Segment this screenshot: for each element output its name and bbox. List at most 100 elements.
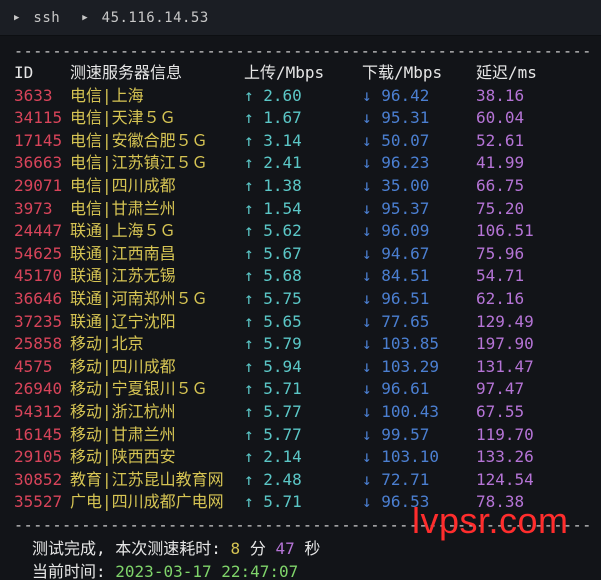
download-speed: ↓ 96.23 [362, 153, 430, 173]
latency-value: 119.70 [476, 424, 534, 444]
table-row: 54312 移动|浙江杭州 ↑ 5.77 ↓ 100.43 67.55 [14, 401, 594, 424]
server-id: 45170 [14, 266, 63, 286]
server-id: 17145 [14, 130, 63, 150]
header-upload: 上传/Mbps [244, 63, 325, 82]
latency-value: 60.04 [476, 108, 525, 128]
table-row: 36663 电信|江苏镇江５Ｇ ↑ 2.41 ↓ 96.23 41.99 [14, 152, 594, 175]
upload-speed: ↑ 5.71 [244, 379, 302, 399]
table-row: 30852 教育|江苏昆山教育网 ↑ 2.48 ↓ 72.71 124.54 [14, 469, 594, 492]
minutes-unit: 分 [240, 539, 276, 558]
latency-value: 129.49 [476, 311, 534, 331]
current-time-label: 当前时间: [32, 562, 116, 580]
header-server: 测速服务器信息 [70, 63, 183, 82]
download-speed: ↓ 72.71 [362, 469, 430, 489]
upload-speed: ↑ 5.67 [244, 243, 302, 263]
terminal-output[interactable]: ----------------------------------------… [14, 40, 594, 536]
server-info: 联通|江西南昌 [70, 243, 176, 263]
table-row: 34115 电信|天津５Ｇ ↑ 1.67 ↓ 95.31 60.04 [14, 107, 594, 130]
table-row: 29105 移动|陕西西安 ↑ 2.14 ↓ 103.10 133.26 [14, 446, 594, 469]
server-id: 3633 [14, 85, 53, 105]
shell-name[interactable]: ssh [33, 10, 60, 26]
table-row: 37235 联通|辽宁沈阳 ↑ 5.65 ↓ 77.65 129.49 [14, 311, 594, 334]
table-row: 25858 移动|北京 ↑ 5.79 ↓ 103.85 197.90 [14, 333, 594, 356]
download-speed: ↓ 96.61 [362, 379, 430, 399]
upload-speed: ↑ 5.75 [244, 288, 302, 308]
server-info: 联通|上海５Ｇ [70, 221, 176, 241]
header-download: 下载/Mbps [362, 63, 443, 82]
watermark-text: lvpsr.com [412, 500, 569, 541]
table-row: 36646 联通|河南郑州５Ｇ ↑ 5.75 ↓ 96.51 62.16 [14, 288, 594, 311]
download-speed: ↓ 100.43 [362, 401, 440, 421]
latency-value: 75.20 [476, 198, 525, 218]
latency-value: 41.99 [476, 153, 525, 173]
server-id: 34115 [14, 108, 63, 128]
header-id: ID [14, 63, 34, 82]
download-speed: ↓ 94.67 [362, 243, 430, 263]
server-info: 电信|江苏镇江５Ｇ [70, 153, 208, 173]
server-info: 电信|甘肃兰州 [70, 198, 176, 218]
download-speed: ↓ 96.09 [362, 221, 430, 241]
server-id: 3973 [14, 198, 53, 218]
server-id: 4575 [14, 356, 53, 376]
server-id: 35527 [14, 492, 63, 512]
download-speed: ↓ 103.85 [362, 334, 440, 354]
upload-speed: ↑ 2.60 [244, 85, 302, 105]
server-info: 移动|浙江杭州 [70, 401, 176, 421]
upload-speed: ↑ 5.71 [244, 492, 302, 512]
server-id: 54312 [14, 401, 63, 421]
upload-speed: ↑ 5.65 [244, 311, 302, 331]
table-row: 16145 移动|甘肃兰州 ↑ 5.77 ↓ 99.57 119.70 [14, 424, 594, 447]
server-id: 24447 [14, 221, 63, 241]
latency-value: 66.75 [476, 175, 525, 195]
server-info: 移动|宁夏银川５Ｇ [70, 379, 208, 399]
table-header: ID 测速服务器信息 上传/Mbps 下载/Mbps 延迟/ms [14, 62, 594, 85]
download-speed: ↓ 103.10 [362, 447, 440, 467]
table-row: 45170 联通|江苏无锡 ↑ 5.68 ↓ 84.51 54.71 [14, 265, 594, 288]
latency-value: 52.61 [476, 130, 525, 150]
table-row: 29071 电信|四川成都 ↑ 1.38 ↓ 35.00 66.75 [14, 175, 594, 198]
server-id: 29105 [14, 447, 63, 467]
upload-speed: ↑ 1.67 [244, 108, 302, 128]
latency-value: 67.55 [476, 401, 525, 421]
upload-speed: ↑ 5.79 [244, 334, 302, 354]
download-speed: ↓ 96.51 [362, 288, 430, 308]
table-row: 54625 联通|江西南昌 ↑ 5.67 ↓ 94.67 75.96 [14, 243, 594, 266]
server-info: 联通|河南郑州５Ｇ [70, 288, 208, 308]
table-row: 3973 电信|甘肃兰州 ↑ 1.54 ↓ 95.37 75.20 [14, 198, 594, 221]
server-id: 36663 [14, 153, 63, 173]
table-row: 3633 电信|上海 ↑ 2.60 ↓ 96.42 38.16 [14, 85, 594, 108]
server-info: 移动|陕西西安 [70, 447, 176, 467]
latency-value: 97.47 [476, 379, 525, 399]
download-speed: ↓ 103.29 [362, 356, 440, 376]
current-time-value: 2023-03-17 22:47:07 [115, 562, 299, 580]
server-info: 联通|江苏无锡 [70, 266, 176, 286]
latency-value: 131.47 [476, 356, 534, 376]
server-info: 电信|四川成都 [70, 175, 176, 195]
server-info: 教育|江苏昆山教育网 [70, 469, 224, 489]
table-row: 26940 移动|宁夏银川５Ｇ ↑ 5.71 ↓ 96.61 97.47 [14, 378, 594, 401]
server-id: 26940 [14, 379, 63, 399]
upload-speed: ↑ 5.77 [244, 401, 302, 421]
complete-text: 测试完成, 本次测速耗时: [32, 539, 231, 558]
server-id: 36646 [14, 288, 63, 308]
host-address[interactable]: 45.116.14.53 [102, 10, 209, 26]
download-speed: ↓ 35.00 [362, 175, 430, 195]
upload-speed: ↑ 5.94 [244, 356, 302, 376]
upload-speed: ↑ 2.48 [244, 469, 302, 489]
server-id: 25858 [14, 334, 63, 354]
upload-speed: ↑ 2.14 [244, 447, 302, 467]
download-speed: ↓ 50.07 [362, 130, 430, 150]
table-row: 17145 电信|安徽合肥５Ｇ ↑ 3.14 ↓ 50.07 52.61 [14, 130, 594, 153]
download-speed: ↓ 96.42 [362, 85, 430, 105]
latency-value: 54.71 [476, 266, 525, 286]
separator-top: ----------------------------------------… [14, 42, 594, 60]
server-id: 37235 [14, 311, 63, 331]
current-time-line: 当前时间: 2023-03-17 22:47:07 [32, 558, 592, 580]
server-id: 16145 [14, 424, 63, 444]
elapsed-seconds: 47 [275, 539, 295, 558]
seconds-unit: 秒 [294, 539, 321, 558]
download-speed: ↓ 99.57 [362, 424, 430, 444]
download-speed: ↓ 84.51 [362, 266, 430, 286]
server-id: 29071 [14, 175, 63, 195]
upload-speed: ↑ 1.54 [244, 198, 302, 218]
